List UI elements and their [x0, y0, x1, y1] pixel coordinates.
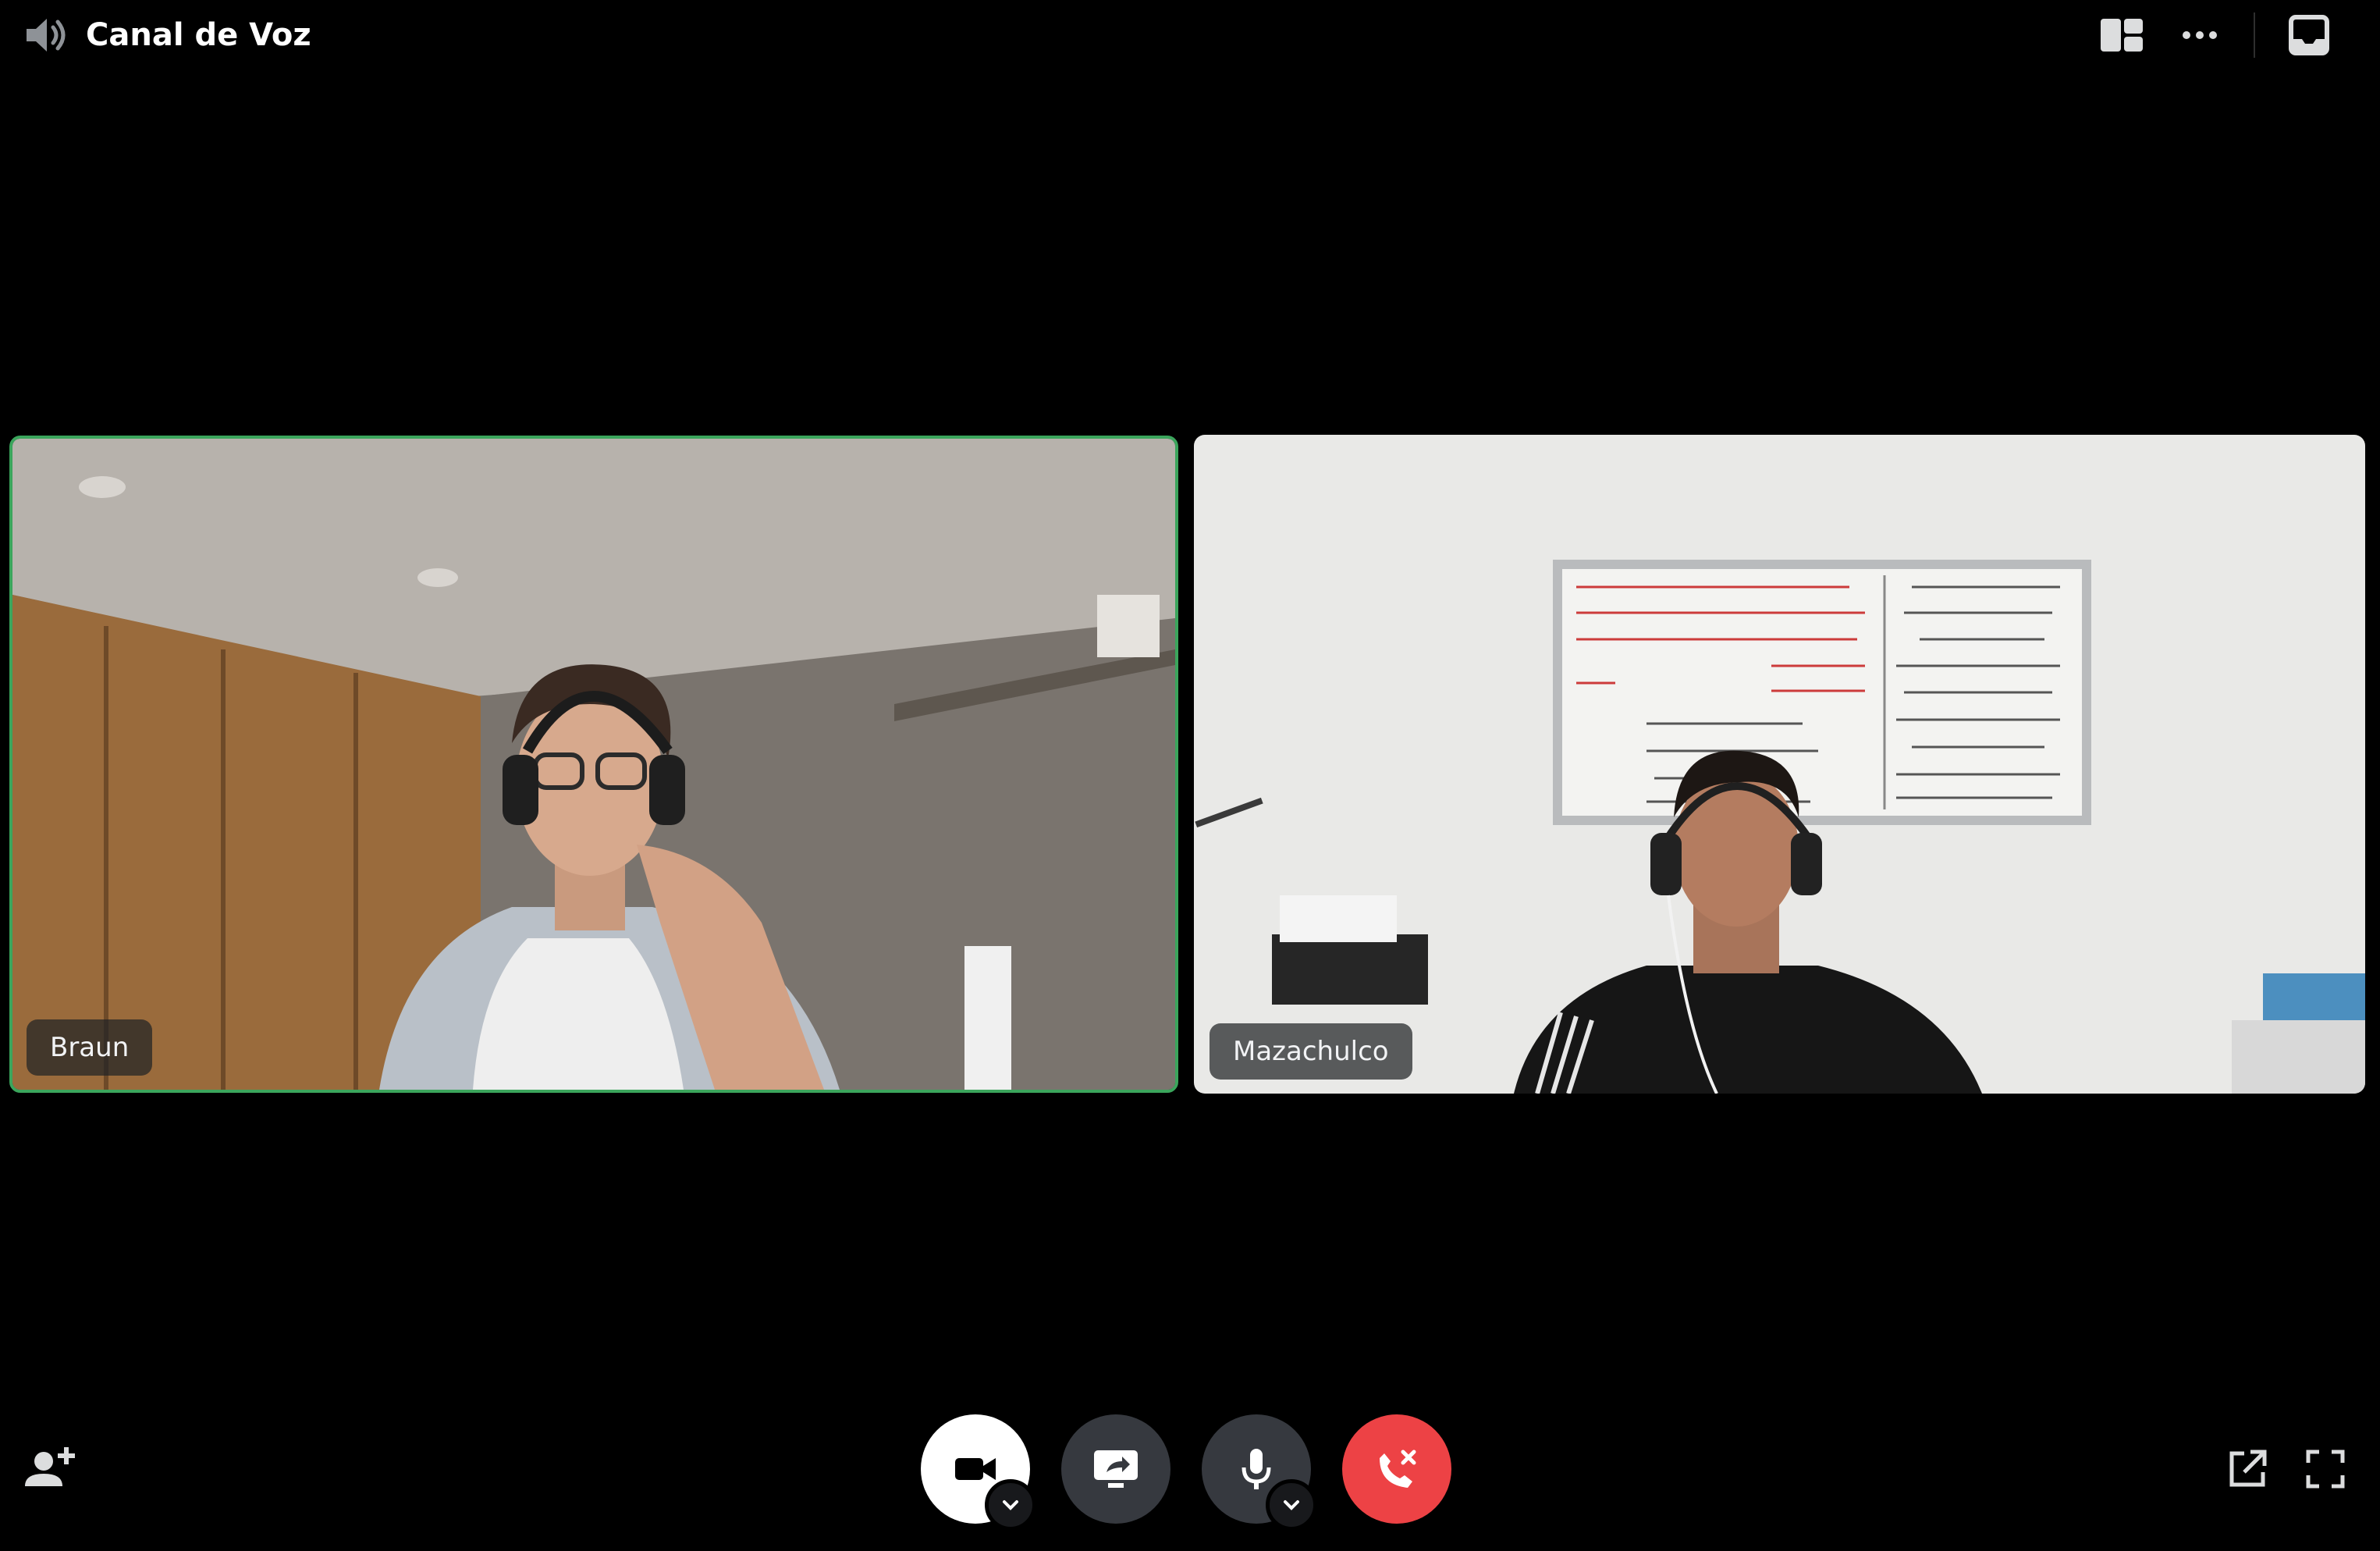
video-feed: [1194, 435, 2365, 1094]
video-feed: [12, 439, 1175, 1090]
participant-tile-braun[interactable]: Braun: [9, 436, 1178, 1093]
screen-share-button[interactable]: [1061, 1414, 1170, 1524]
grid-layout-icon[interactable]: [2098, 14, 2146, 56]
add-user-icon[interactable]: [23, 1444, 78, 1488]
speaker-icon: [27, 19, 66, 52]
top-bar: Canal de Voz: [0, 0, 2380, 70]
participant-name-label: Mazachulco: [1210, 1023, 1412, 1080]
inbox-icon[interactable]: [2285, 14, 2333, 56]
microphone-options-button[interactable]: [1266, 1479, 1317, 1531]
participant-tile-mazachulco[interactable]: Mazachulco: [1194, 435, 2365, 1094]
disconnect-call-icon: [1380, 1450, 1416, 1488]
participant-name-label: Braun: [27, 1019, 153, 1076]
chevron-down-icon: [1284, 1500, 1299, 1510]
more-icon[interactable]: [2176, 14, 2224, 56]
screen-share-icon: [1094, 1450, 1138, 1488]
camera-options-button[interactable]: [985, 1479, 1036, 1531]
toolbar-divider: [2254, 12, 2255, 58]
channel-title: Canal de Voz: [86, 17, 311, 53]
chevron-down-icon: [1003, 1500, 1018, 1510]
fullscreen-icon[interactable]: [2302, 1446, 2349, 1492]
popout-icon[interactable]: [2224, 1446, 2271, 1492]
leave-call-button[interactable]: [1342, 1414, 1451, 1524]
